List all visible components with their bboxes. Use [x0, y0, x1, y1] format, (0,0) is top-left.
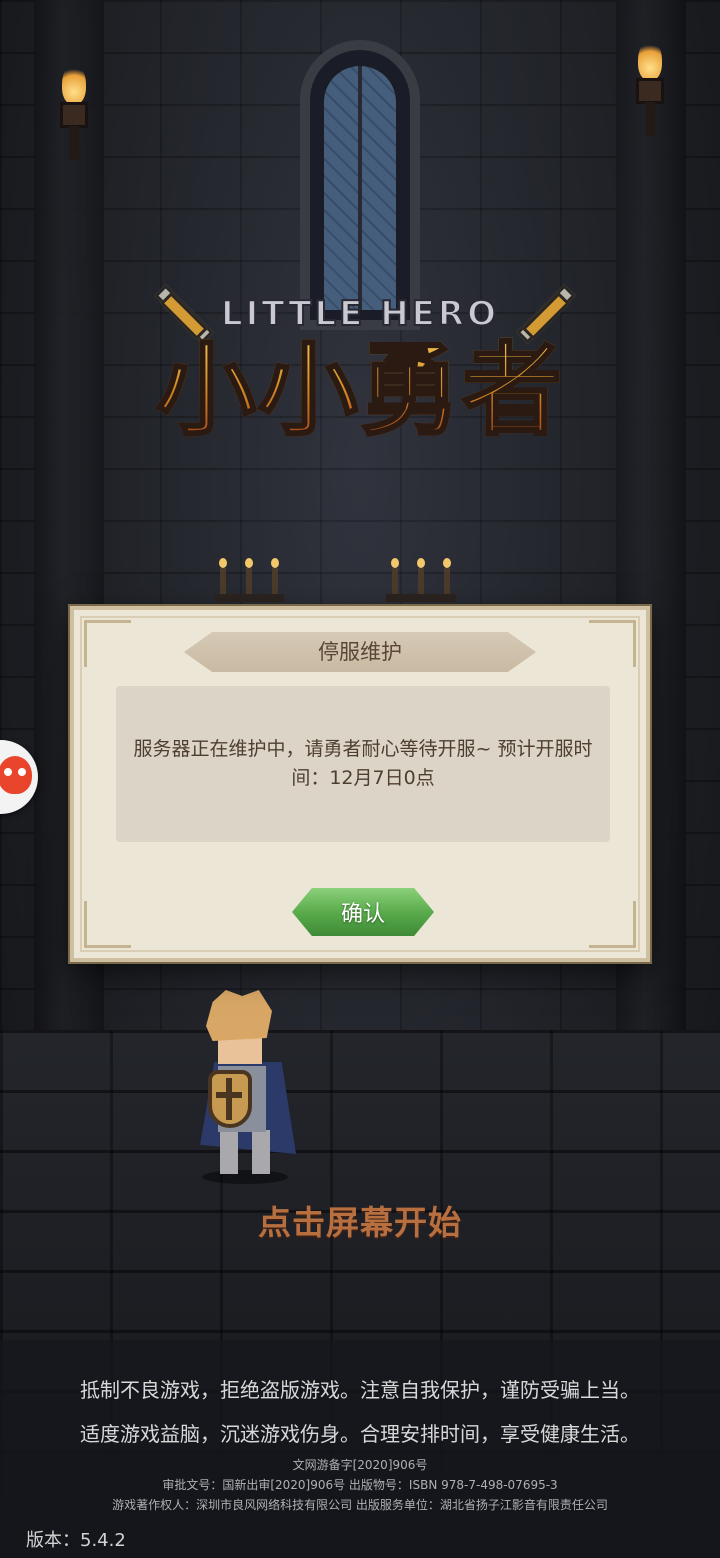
copyright-info: 游戏著作权人：深圳市良风网络科技有限公司 出版服务单位：湖北省扬子江影音有限责任… — [112, 1498, 608, 1512]
dialog-message-box: 服务器正在维护中，请勇者耐心等待开服~ 预计开服时间：12月7日0点 — [116, 686, 610, 842]
approval-number: 审批文号：国新出审[2020]906号 出版物号：ISBN 978-7-498-… — [162, 1478, 558, 1492]
record-number: 文网游备字[2020]906号 — [292, 1458, 428, 1472]
logo-subtitle: LITTLE HERO — [220, 293, 499, 335]
dialog-title: 停服维护 — [318, 640, 402, 664]
wall-torch-left-icon — [56, 64, 92, 164]
corner-ornament — [589, 901, 636, 948]
hero-character — [178, 990, 302, 1190]
anti-addiction-notice-line-2: 适度游戏益脑，沉迷游戏伤身。合理安排时间，享受健康生活。 — [80, 1422, 640, 1446]
candelabra-left-icon — [214, 556, 284, 602]
corner-ornament — [84, 901, 131, 948]
confirm-button[interactable]: 确认 — [292, 888, 434, 936]
wall-torch-right-icon — [632, 40, 668, 140]
anti-addiction-notice-line-1: 抵制不良游戏，拒绝盗版游戏。注意自我保护，谨防受骗上当。 — [80, 1378, 640, 1402]
corner-ornament — [84, 620, 131, 667]
tap-to-start-text[interactable]: 点击屏幕开始 — [0, 1196, 720, 1244]
game-logo: LITTLE HERO 小小勇者 — [100, 270, 620, 470]
corner-ornament — [589, 620, 636, 667]
dialog-message: 服务器正在维护中，请勇者耐心等待开服~ 预计开服时间：12月7日0点 — [133, 738, 593, 789]
mascot-face-icon — [0, 756, 32, 794]
version-label: 版本：5.4.2 — [26, 1530, 126, 1551]
game-screen[interactable]: LITTLE HERO 小小勇者 点击屏幕开始 抵制不良游戏，拒绝盗版游戏。注意… — [0, 0, 720, 1558]
shield-icon — [208, 1070, 252, 1128]
maintenance-dialog: 停服维护 服务器正在维护中，请勇者耐心等待开服~ 预计开服时间：12月7日0点 … — [70, 606, 650, 962]
logo-title: 小小勇者 — [100, 334, 620, 447]
candelabra-right-icon — [386, 556, 456, 602]
confirm-button-label: 确认 — [340, 902, 385, 927]
